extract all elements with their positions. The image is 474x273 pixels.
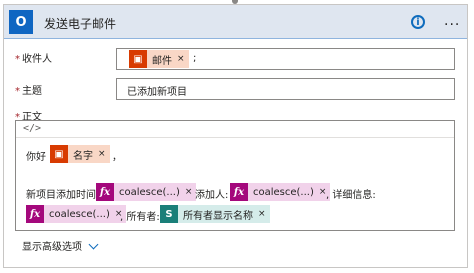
editor-toolbar-divider bbox=[16, 137, 454, 138]
name-token[interactable]: ▣ 名字 × bbox=[50, 145, 110, 163]
remove-token-icon[interactable]: × bbox=[98, 149, 110, 159]
expression-token-label: coalesce(...) bbox=[253, 186, 314, 198]
expression-token-label: coalesce(...) bbox=[49, 208, 110, 220]
office-icon: ▣ bbox=[129, 50, 147, 68]
body-editor[interactable]: </> 你好 ▣ 名字 × ， 新项目添加时间: fx coalesce(...… bbox=[15, 120, 455, 231]
to-field-label: * 收件人 bbox=[15, 50, 52, 65]
expression-token[interactable]: fx coalesce(...) × bbox=[230, 183, 331, 201]
outlook-icon: O bbox=[9, 10, 33, 34]
office-icon: ▣ bbox=[50, 145, 68, 163]
required-mark: * bbox=[15, 54, 20, 65]
subject-input[interactable]: 已添加新项目 bbox=[116, 78, 455, 100]
required-mark: * bbox=[15, 86, 20, 97]
greeting-text: 你好 bbox=[26, 152, 46, 163]
action-title: 发送电子邮件 bbox=[44, 17, 117, 31]
to-field[interactable]: ▣ 邮件 × ; bbox=[116, 48, 455, 70]
action-header[interactable]: O 发送电子邮件 i ... bbox=[4, 5, 467, 39]
mail-token-label: 邮件 bbox=[152, 55, 172, 67]
chevron-down-icon bbox=[88, 239, 99, 249]
show-advanced-options-button[interactable]: 显示高级选项 bbox=[22, 238, 99, 253]
info-icon[interactable]: i bbox=[411, 15, 425, 29]
added-by-text: 添加人: bbox=[195, 190, 229, 201]
function-icon: fx bbox=[26, 205, 44, 223]
advanced-options-label: 显示高级选项 bbox=[22, 242, 82, 253]
added-time-text: 新项目添加时间: bbox=[26, 190, 100, 201]
name-token-label: 名字 bbox=[73, 150, 93, 162]
greeting-comma: ， bbox=[112, 152, 122, 163]
to-label-text: 收件人 bbox=[22, 54, 52, 65]
owner-token-label: 所有者显示名称 bbox=[183, 210, 253, 222]
remove-token-icon[interactable]: × bbox=[258, 209, 270, 219]
function-icon: fx bbox=[96, 183, 114, 201]
owner-token[interactable]: S 所有者显示名称 × bbox=[160, 205, 270, 223]
mail-token[interactable]: ▣ 邮件 × bbox=[129, 50, 189, 68]
code-view-toggle[interactable]: </> bbox=[23, 123, 41, 134]
subject-value: 已添加新项目 bbox=[127, 87, 187, 98]
sharepoint-icon: S bbox=[160, 205, 178, 223]
subject-field-label: * 主题 bbox=[15, 82, 42, 97]
expression-token-label: coalesce(...) bbox=[119, 186, 180, 198]
more-options-icon[interactable]: ... bbox=[444, 14, 460, 30]
to-separator: ; bbox=[193, 53, 197, 64]
expression-token[interactable]: fx coalesce(...) × bbox=[26, 205, 127, 223]
function-icon: fx bbox=[230, 183, 248, 201]
expression-token[interactable]: fx coalesce(...) × bbox=[96, 183, 197, 201]
details-text: , 详细信息: bbox=[326, 190, 376, 201]
owner-text: , 所有者: bbox=[120, 212, 160, 223]
subject-label-text: 主题 bbox=[22, 86, 42, 97]
remove-token-icon[interactable]: × bbox=[177, 54, 189, 64]
